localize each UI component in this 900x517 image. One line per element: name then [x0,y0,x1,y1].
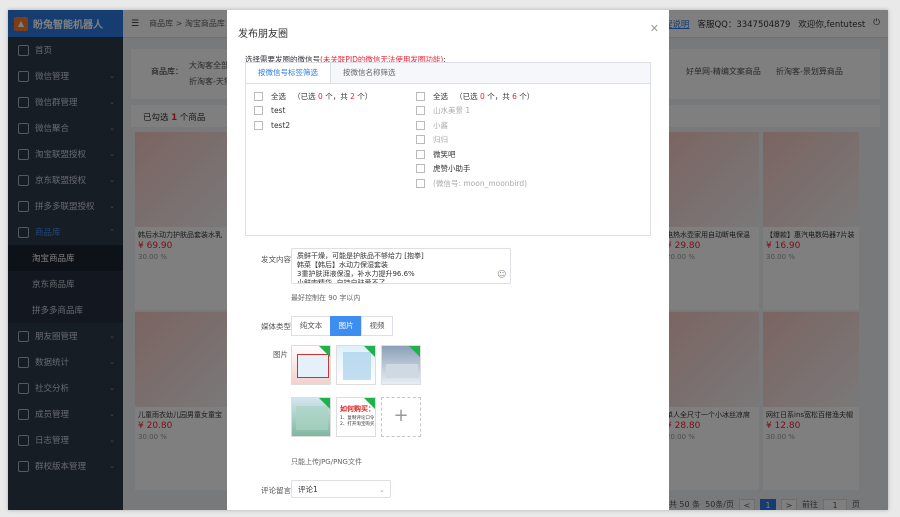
check-icon [364,398,375,409]
account-selector: 按微信号标签筛选 按微信名称筛选 全选 （已选 0 个，共 2 个） test … [245,62,651,236]
account-checkbox[interactable] [416,164,425,174]
dialog-title: 发布朋友圈 [238,29,288,40]
account-list: 全选 （已选 0 个，共 6 个） 山水美景 1 小酱 归归 微笑吧 虎赞小助手 (微信号… [416,89,534,191]
tab-filter-by-name[interactable]: 按微信名称筛选 [331,63,408,83]
media-video-button[interactable]: 视频 [361,316,393,336]
account-checkbox [416,120,425,130]
select-all-checkbox[interactable] [254,91,263,101]
check-icon [319,398,330,409]
content-hint: 最好控制在 90 字以内 [291,294,361,302]
tag-checkbox[interactable] [254,120,263,130]
image-hint: 只能上传JPG/PNG文件 [291,458,362,466]
content-line: 韩菜【韩后】水动力保湿套装 [297,261,388,269]
account-label: (微信号: moon_moonbird) [433,178,528,188]
media-text-button[interactable]: 纯文本 [291,316,331,336]
image-thumbnail[interactable] [381,345,421,385]
content-line: 质鲜干燥，可能是护肤品不够给力 [抱拳] [297,252,424,260]
account-label: 归归 [433,135,448,145]
image-thumbnail[interactable] [336,345,376,385]
check-icon [319,346,330,357]
account-checkbox[interactable] [416,149,425,159]
content-line: 3重护肤湃液保湿，补水力提升96.6% [297,270,415,278]
tag-checkbox[interactable] [254,106,263,116]
publish-moments-dialog: 发布朋友圈 ✕ 选择需要发圈的微信号(未关联PID的微信无法使用发圈功能): 按… [227,10,669,510]
media-type-label: 媒体类型 [261,322,291,331]
media-image-button[interactable]: 图片 [330,316,362,336]
chevron-down-icon: ⌄ [379,486,385,494]
select-all-checkbox[interactable] [416,91,425,101]
content-label: 发文内容 [261,255,291,264]
image-thumbnail[interactable] [291,397,331,437]
image-thumbnail[interactable]: 如何购买： 1、复制评论口令 2、打开淘宝购买 [336,397,376,437]
content-textarea[interactable]: 质鲜干燥，可能是护肤品不够给力 [抱拳] 韩菜【韩后】水动力保湿套装 3重护肤湃液保… [291,248,511,284]
close-icon[interactable]: ✕ [650,22,659,35]
account-label: 山水美景 1 [433,106,471,116]
comment-select[interactable]: 评论1 ⌄ [291,480,391,498]
add-image-button[interactable]: + [381,397,421,437]
account-checkbox [416,106,425,116]
account-label: 虎赞小助手 [433,164,471,174]
comment-label: 评论留言 [261,486,291,495]
check-icon [364,346,375,357]
image-thumbnail[interactable] [291,345,331,385]
tag-list: 全选 （已选 0 个，共 2 个） test test2 [254,89,372,133]
account-checkbox [416,178,425,188]
account-label: 小酱 [433,120,448,130]
tag-label: test2 [271,120,291,130]
content-line: 小鲜肉精华, 自持自驻爱不了... [297,279,393,284]
account-checkbox [416,135,425,145]
tag-label: test [271,106,286,116]
account-label: 微笑吧 [433,149,456,159]
emoji-icon[interactable]: ☺ [497,270,506,280]
check-icon [409,346,420,357]
tab-filter-by-tag[interactable]: 按微信号标签筛选 [246,63,331,83]
image-label: 图片 [273,350,288,359]
